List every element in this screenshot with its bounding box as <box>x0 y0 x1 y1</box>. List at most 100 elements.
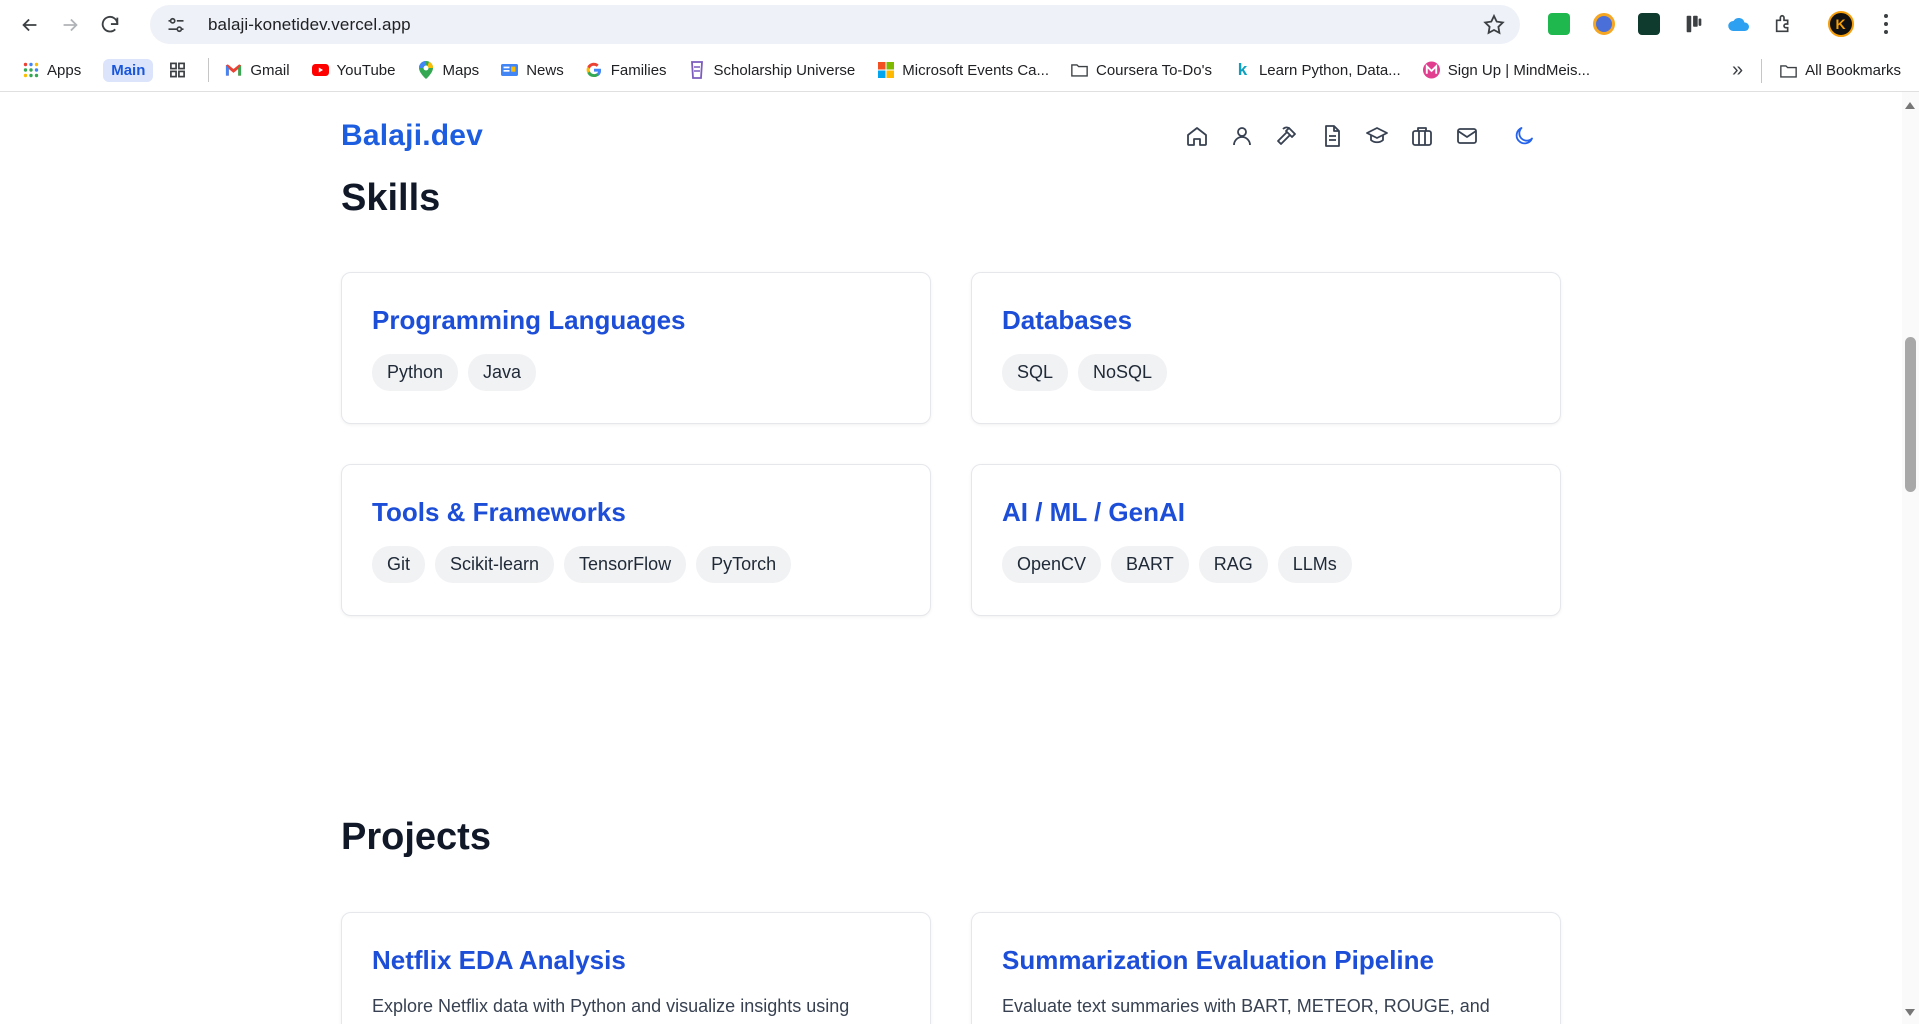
hammer-icon <box>1276 126 1296 145</box>
reload-button[interactable] <box>90 5 130 45</box>
nav-about[interactable] <box>1219 114 1264 159</box>
arrow-right-icon <box>63 18 78 31</box>
bookmark-youtube[interactable]: YouTube <box>311 62 396 79</box>
cloud-icon[interactable] <box>1716 9 1761 39</box>
scroll-up-icon[interactable] <box>1905 102 1915 109</box>
skill-card-title: AI / ML / GenAI <box>1002 497 1185 527</box>
project-card-title[interactable]: Netflix EDA Analysis <box>372 945 900 976</box>
tab-groups-button[interactable] <box>169 62 194 79</box>
extension-circle-icon[interactable] <box>1581 9 1626 39</box>
all-bookmarks-button[interactable]: All Bookmarks <box>1780 62 1901 79</box>
skill-pill: SQL <box>1002 354 1069 391</box>
scrollbar-thumb[interactable] <box>1905 337 1916 492</box>
site-nav <box>1174 114 1546 159</box>
skill-pill-list: OpenCV BART RAG LLMs <box>1002 546 1530 583</box>
project-card[interactable]: Netflix EDA Analysis Explore Netflix dat… <box>341 912 931 1024</box>
folder-icon <box>1780 62 1797 79</box>
menu-kebab-icon[interactable] <box>1863 9 1908 39</box>
nav-education[interactable] <box>1354 114 1399 159</box>
back-button[interactable] <box>10 5 50 45</box>
maps-icon <box>418 61 435 79</box>
skill-pill: BART <box>1111 546 1189 583</box>
site-header: Balaji.dev <box>341 92 1560 180</box>
bookmark-label: Learn Python, Data... <box>1258 61 1401 79</box>
skill-card-title: Databases <box>1002 305 1133 335</box>
news-icon <box>501 62 519 79</box>
nav-experience[interactable] <box>1399 114 1444 159</box>
extension-dark-icon[interactable] <box>1626 9 1671 39</box>
reload-icon <box>101 15 119 32</box>
home-icon <box>1186 127 1207 146</box>
bookmark-microsoft-events[interactable]: Microsoft Events Ca... <box>877 62 1049 79</box>
skill-card: Tools & Frameworks Git Scikit-learn Tens… <box>341 464 931 616</box>
theme-toggle-button[interactable] <box>1501 114 1546 159</box>
briefcase-icon <box>1411 127 1432 146</box>
skill-pill-list: Git Scikit-learn TensorFlow PyTorch <box>372 546 900 583</box>
skill-pill: Scikit-learn <box>435 546 555 583</box>
grid-icon <box>169 62 186 79</box>
url-text[interactable]: balaji-konetidev.vercel.app <box>208 15 411 35</box>
project-card-description: Explore Netflix data with Python and vis… <box>372 996 850 1016</box>
google-icon <box>586 62 603 79</box>
mindmeister-icon <box>1422 61 1440 79</box>
bookmark-scholarship-universe[interactable]: Scholarship Universe <box>689 61 855 79</box>
user-icon <box>1232 127 1251 146</box>
extension-tool-icon[interactable] <box>1671 9 1716 39</box>
skill-pill: PyTorch <box>696 546 792 583</box>
skill-pill: NoSQL <box>1078 354 1168 391</box>
project-card-description: Evaluate text summaries with BART, METEO… <box>1002 996 1490 1016</box>
bookmark-apps[interactable]: Apps <box>22 62 81 79</box>
project-card[interactable]: Summarization Evaluation Pipeline Evalua… <box>971 912 1561 1024</box>
nav-projects[interactable] <box>1309 114 1354 159</box>
skill-pill: OpenCV <box>1002 546 1102 583</box>
bookmark-main[interactable]: Main <box>103 58 154 82</box>
project-card-title[interactable]: Summarization Evaluation Pipeline <box>1002 945 1530 976</box>
mail-icon <box>1456 128 1477 144</box>
skill-pill: RAG <box>1198 546 1268 583</box>
bookmark-families[interactable]: Families <box>586 62 667 79</box>
projects-heading: Projects <box>341 816 491 858</box>
divider <box>1761 58 1763 83</box>
bookmark-label: News <box>526 61 564 79</box>
extension-green-icon[interactable] <box>1536 9 1581 39</box>
chevron-double-right-icon[interactable]: » <box>1732 59 1743 82</box>
skill-card: Databases SQL NoSQL <box>971 272 1561 424</box>
bookmark-coursera-todos[interactable]: Coursera To-Do's <box>1071 62 1212 79</box>
bookmark-label: Gmail <box>250 61 290 79</box>
forward-button[interactable] <box>50 5 90 45</box>
bookmark-maps[interactable]: Maps <box>418 61 480 79</box>
bookmark-gmail[interactable]: Gmail <box>225 61 290 79</box>
skill-card: AI / ML / GenAI OpenCV BART RAG LLMs <box>971 464 1561 616</box>
bookmark-label: Sign Up | MindMeis... <box>1447 61 1591 79</box>
skill-pill: LLMs <box>1277 546 1352 583</box>
bookmark-label: Coursera To-Do's <box>1096 61 1212 79</box>
bookmark-mindmeister[interactable]: Sign Up | MindMeis... <box>1422 61 1591 79</box>
page-scrollbar[interactable] <box>1902 92 1919 1024</box>
bookmark-learn-python[interactable]: k Learn Python, Data... <box>1234 60 1401 79</box>
youtube-icon <box>311 62 329 79</box>
apps-grid-icon <box>22 62 39 79</box>
nav-contact[interactable] <box>1444 114 1489 159</box>
site-logo[interactable]: Balaji.dev <box>341 119 483 153</box>
bookmark-star-icon[interactable] <box>1482 13 1506 37</box>
skill-pill: Java <box>468 354 537 391</box>
scroll-down-icon[interactable] <box>1905 1009 1915 1016</box>
extensions-bar: K <box>1536 9 1908 39</box>
page-viewport: Balaji.dev Skills Programming Languages … <box>0 92 1919 1024</box>
browser-toolbar: balaji-konetidev.vercel.app K <box>0 0 1919 49</box>
site-info-icon[interactable] <box>164 13 188 37</box>
bookmarks-bar: Apps Main Gmail YouTube Maps News Famili… <box>0 49 1919 92</box>
nav-home[interactable] <box>1174 114 1219 159</box>
extensions-puzzle-icon[interactable] <box>1761 9 1806 39</box>
skill-card-title: Tools & Frameworks <box>372 497 626 527</box>
skill-pill-list: SQL NoSQL <box>1002 354 1530 391</box>
nav-skills[interactable] <box>1264 114 1309 159</box>
bookmark-label: Main <box>111 61 146 79</box>
profile-button[interactable]: K <box>1818 9 1863 39</box>
bookmark-news[interactable]: News <box>501 62 564 79</box>
skill-card-title: Programming Languages <box>372 305 686 335</box>
skill-pill: Git <box>372 546 426 583</box>
bookmark-label: Maps <box>442 61 480 79</box>
address-bar[interactable]: balaji-konetidev.vercel.app <box>150 5 1520 44</box>
document-icon <box>1324 125 1340 147</box>
